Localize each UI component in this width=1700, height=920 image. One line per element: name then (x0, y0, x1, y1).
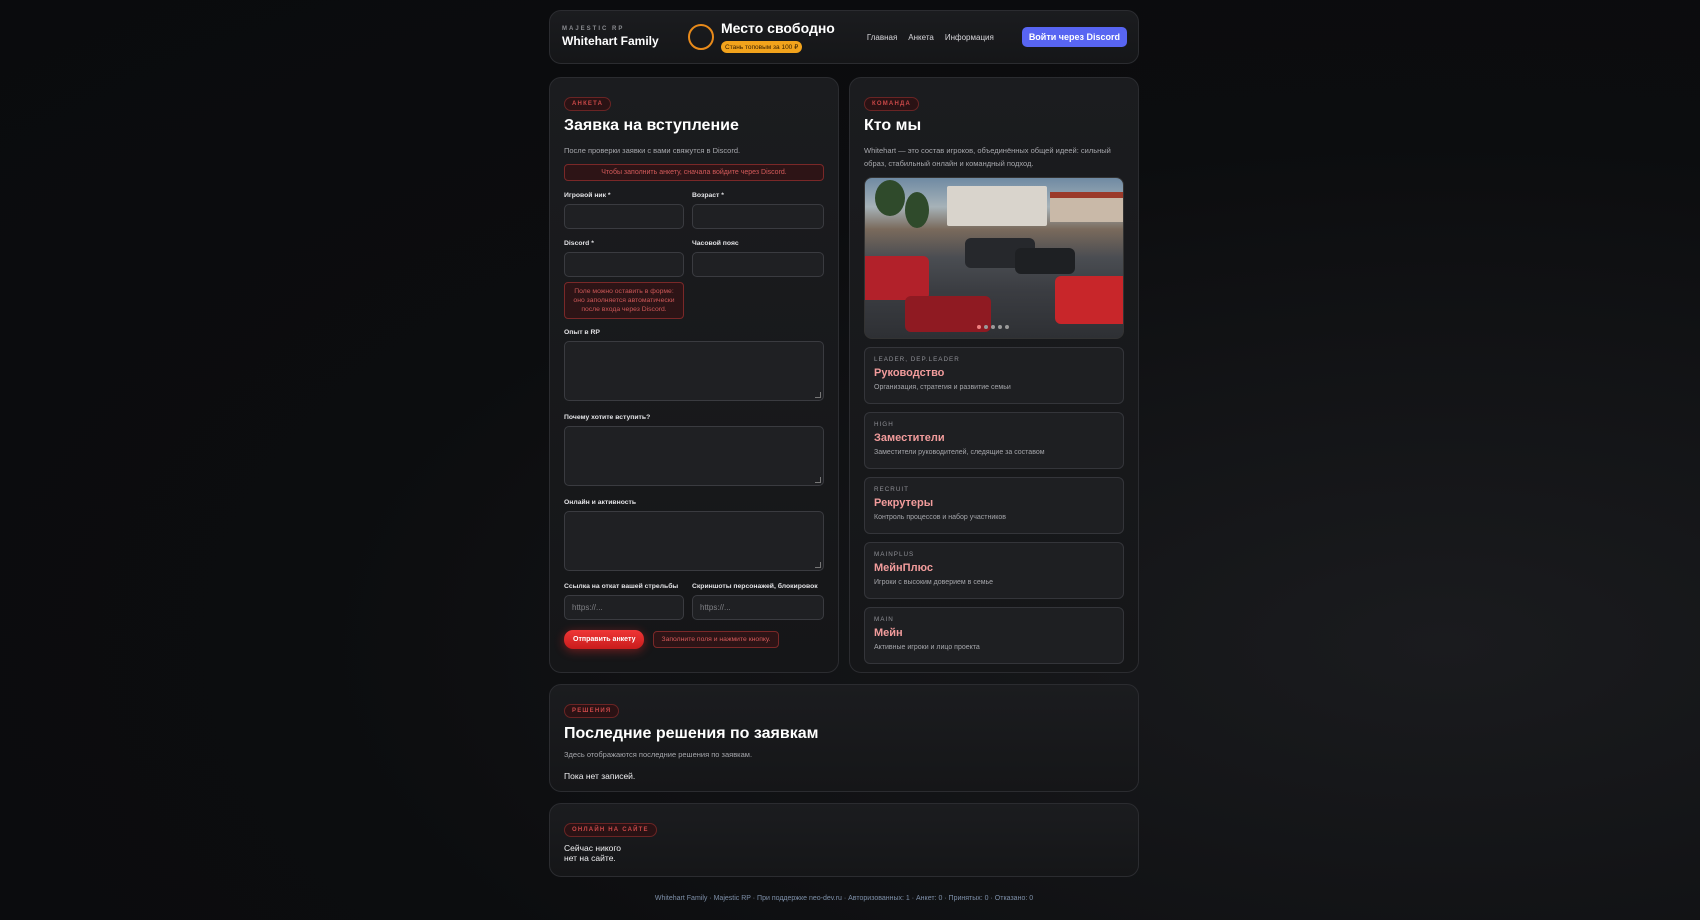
nav-application[interactable]: Анкета (908, 33, 934, 42)
top-bar: MAJESTIC RP Whitehart Family Место свобо… (549, 10, 1139, 64)
carousel-dot[interactable] (1005, 325, 1009, 329)
role-name: Рекрутеры (874, 497, 934, 509)
discord-login-button[interactable]: Войти через Discord (1021, 27, 1127, 47)
carousel-dots[interactable] (977, 325, 1009, 329)
role-desc: Игроки с высоким доверием в семье (874, 579, 994, 586)
brand-title: Whitehart Family (562, 34, 659, 48)
about-subtitle: Whitehart — это состав игроков, объединё… (864, 146, 1111, 168)
decisions-title: Последние решения по заявкам (564, 725, 819, 742)
section-tag: ОНЛАЙН НА САЙТЕ (564, 823, 657, 837)
form-subtitle: После проверки заявки с вами свяжутся в … (564, 146, 741, 155)
shooting-link-input[interactable]: https://... (564, 595, 684, 620)
online-panel: ОНЛАЙН НА САЙТЕ Сейчас никого нет на сай… (549, 803, 1139, 877)
carousel-dot[interactable] (991, 325, 995, 329)
brand-subtitle: MAJESTIC RP (562, 26, 625, 32)
submit-application-button[interactable]: Отправить анкету (564, 630, 645, 649)
role-desc: Активные игроки и лицо проекта (874, 644, 980, 651)
screenshots-input[interactable]: https://... (692, 595, 824, 620)
age-label: Возраст * (692, 192, 724, 199)
photo-scene (947, 186, 1047, 226)
about-title: Кто мы (864, 117, 922, 134)
discord-input[interactable] (564, 252, 684, 277)
role-desc: Контроль процессов и набор участников (874, 514, 1007, 521)
nav-info[interactable]: Информация (945, 33, 994, 42)
carousel-dot[interactable] (977, 325, 981, 329)
footer: Whitehart Family · Majestic RP · При под… (654, 895, 1034, 902)
role-tag: MAIN (874, 616, 894, 623)
discord-hint: Поле можно оставить в форме: оно заполня… (564, 282, 684, 319)
nick-input[interactable] (564, 204, 684, 229)
role-card-main: MAIN Мейн Активные игроки и лицо проекта (864, 607, 1124, 664)
role-tag: MAINPLUS (874, 551, 915, 558)
slot-avatar-ring-icon (688, 24, 714, 50)
carousel-dot[interactable] (984, 325, 988, 329)
nick-label: Игровой ник * (564, 192, 611, 199)
form-title: Заявка на вступление (564, 117, 739, 134)
rp-experience-textarea[interactable] (564, 341, 824, 401)
role-card-leaders: LEADER, DEP.LEADER Руководство Организац… (864, 347, 1124, 404)
role-card-deputies: HIGH Заместители Заместители руководител… (864, 412, 1124, 469)
why-join-textarea[interactable] (564, 426, 824, 486)
timezone-label: Часовой пояс (692, 240, 739, 247)
main-nav: Главная Анкета Информация (867, 33, 994, 42)
role-desc: Организация, стратегия и развитие семьи (874, 384, 1011, 391)
nav-home[interactable]: Главная (867, 33, 897, 42)
discord-label: Discord * (564, 240, 594, 247)
screenshots-label: Скриншоты персонажей, блокировок (692, 583, 818, 590)
role-card-recruiters: RECRUIT Рекрутеры Контроль процессов и н… (864, 477, 1124, 534)
online-activity-textarea[interactable] (564, 511, 824, 571)
rp-experience-label: Опыт в RP (564, 329, 600, 336)
team-photo-carousel[interactable] (864, 177, 1124, 339)
slot-title: Место свободно (721, 20, 835, 36)
about-panel: КОМАНДА Кто мы Whitehart — это состав иг… (849, 77, 1139, 673)
age-input[interactable] (692, 204, 824, 229)
role-desc: Заместители руководителей, следящие за с… (874, 449, 1045, 456)
online-status: Сейчас никого нет на сайте. (564, 843, 622, 863)
online-activity-label: Онлайн и активность (564, 499, 637, 506)
role-card-mainplus: MAINPLUS МейнПлюс Игроки с высоким довер… (864, 542, 1124, 599)
carousel-dot[interactable] (998, 325, 1002, 329)
decisions-subtitle: Здесь отображаются последние решения по … (564, 750, 753, 759)
role-name: МейнПлюс (874, 562, 933, 574)
role-tag: LEADER, DEP.LEADER (874, 356, 960, 363)
role-tag: RECRUIT (874, 486, 909, 493)
role-tag: HIGH (874, 421, 894, 428)
role-name: Мейн (874, 627, 903, 639)
brand[interactable]: MAJESTIC RP Whitehart Family (562, 26, 688, 48)
slot-badge: Стань топовым за 100 ₽ (721, 41, 803, 53)
shooting-link-label: Ссылка на откат вашей стрельбы (564, 583, 679, 590)
role-name: Руководство (874, 367, 945, 379)
why-join-label: Почему хотите вступить? (564, 414, 651, 421)
section-tag: КОМАНДА (864, 97, 920, 111)
submit-note: Заполните поля и нажмите кнопку. (653, 631, 779, 648)
application-panel: АНКЕТА Заявка на вступление После провер… (549, 77, 839, 673)
decisions-panel: РЕШЕНИЯ Последние решения по заявкам Зде… (549, 684, 1139, 792)
role-name: Заместители (874, 432, 945, 444)
section-tag: РЕШЕНИЯ (564, 704, 620, 718)
section-tag: АНКЕТА (564, 97, 612, 111)
ad-slot[interactable]: Место свободно Стань топовым за 100 ₽ (688, 20, 835, 54)
login-required-alert: Чтобы заполнить анкету, сначала войдите … (564, 164, 824, 181)
decisions-empty: Пока нет записей. (564, 771, 636, 781)
timezone-input[interactable] (692, 252, 824, 277)
